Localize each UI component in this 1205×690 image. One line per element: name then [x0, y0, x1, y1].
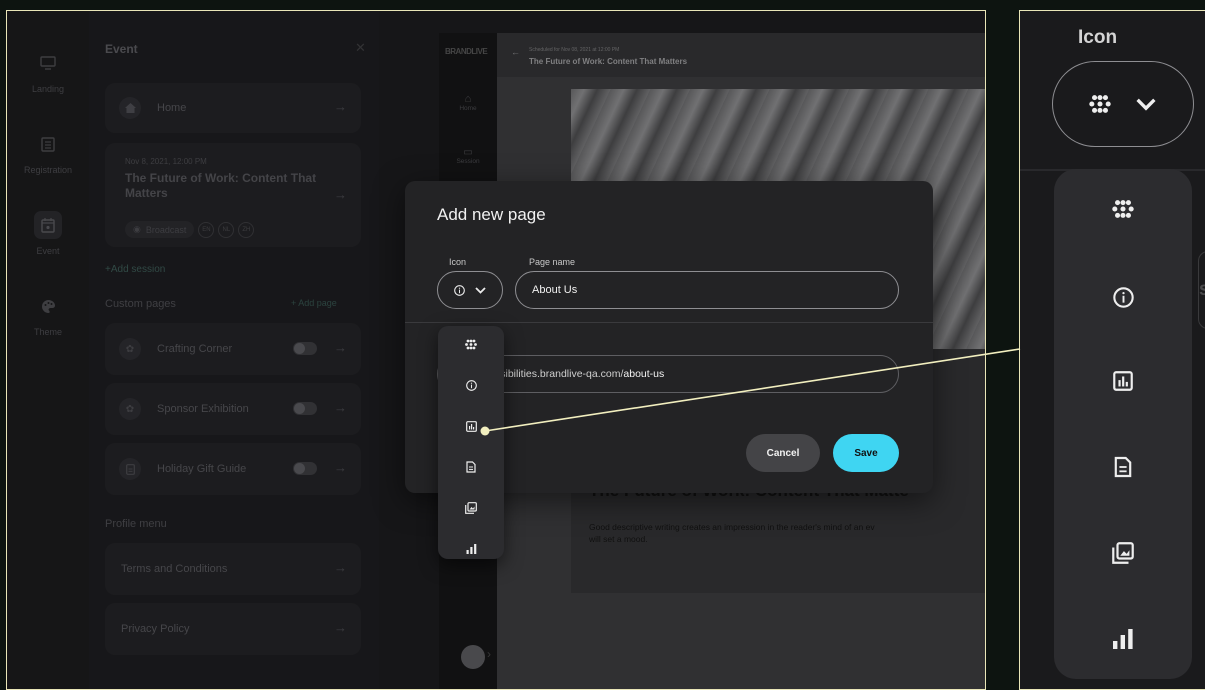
zoom-option-document[interactable]: [1054, 427, 1192, 507]
document-icon: [466, 461, 476, 473]
flower-icon: [1089, 95, 1111, 113]
zoom-icon-select[interactable]: [1052, 61, 1194, 147]
zoom-option-signal-bars[interactable]: [1054, 599, 1192, 679]
icon-option-gallery[interactable]: [438, 490, 504, 526]
signal-bars-icon: [1113, 629, 1133, 649]
main-screenshot-frame: Landing Registration Event Theme Event ✕: [6, 10, 986, 690]
page-url-field[interactable]: ssibilities.brandlive-qa.com/about-us: [437, 355, 899, 393]
zoom-option-bar-chart-box[interactable]: [1054, 341, 1192, 421]
url-slug: about-us: [623, 368, 665, 380]
icon-option-bar-chart-box[interactable]: [438, 408, 504, 444]
modal-title: Add new page: [437, 205, 546, 224]
zoom-edge-field: ss: [1198, 251, 1205, 329]
icon-option-info[interactable]: [438, 367, 504, 403]
flower-icon: [465, 339, 477, 349]
flower-icon: [1112, 200, 1134, 218]
bar-chart-box-icon: [1113, 371, 1133, 391]
cancel-button[interactable]: Cancel: [746, 434, 820, 472]
info-icon: [454, 284, 465, 296]
icon-select[interactable]: [437, 271, 503, 309]
zoom-option-flower[interactable]: [1054, 169, 1192, 249]
save-button[interactable]: Save: [833, 434, 899, 472]
zoom-edge-text: ss: [1199, 279, 1205, 300]
zoom-option-info[interactable]: [1054, 257, 1192, 337]
chevron-down-icon: [1136, 98, 1156, 111]
info-icon: [465, 379, 477, 391]
gallery-icon: [465, 502, 477, 514]
page-name-input[interactable]: [515, 271, 899, 309]
gallery-icon: [1112, 542, 1134, 564]
zoom-option-gallery[interactable]: [1054, 513, 1192, 593]
document-icon: [1114, 456, 1132, 478]
icon-option-document[interactable]: [438, 449, 504, 485]
chevron-down-icon: [475, 286, 486, 294]
info-icon: [1112, 286, 1134, 308]
icon-field-label: Icon: [449, 257, 467, 267]
signal-bars-icon: [466, 544, 476, 554]
zoom-icon-dropdown: [1054, 169, 1192, 679]
bar-chart-box-icon: [465, 420, 477, 432]
url-prefix: ssibilities.brandlive-qa.com/: [495, 368, 624, 380]
zoom-detail-panel: Icon ss: [1019, 10, 1205, 690]
modal-divider: [405, 322, 933, 323]
icon-option-flower[interactable]: [438, 326, 504, 362]
icon-dropdown: [438, 326, 504, 559]
page-name-field-label: Page name: [529, 257, 576, 267]
icon-option-signal-bars[interactable]: [438, 531, 504, 567]
zoom-icon-label: Icon: [1078, 27, 1118, 48]
